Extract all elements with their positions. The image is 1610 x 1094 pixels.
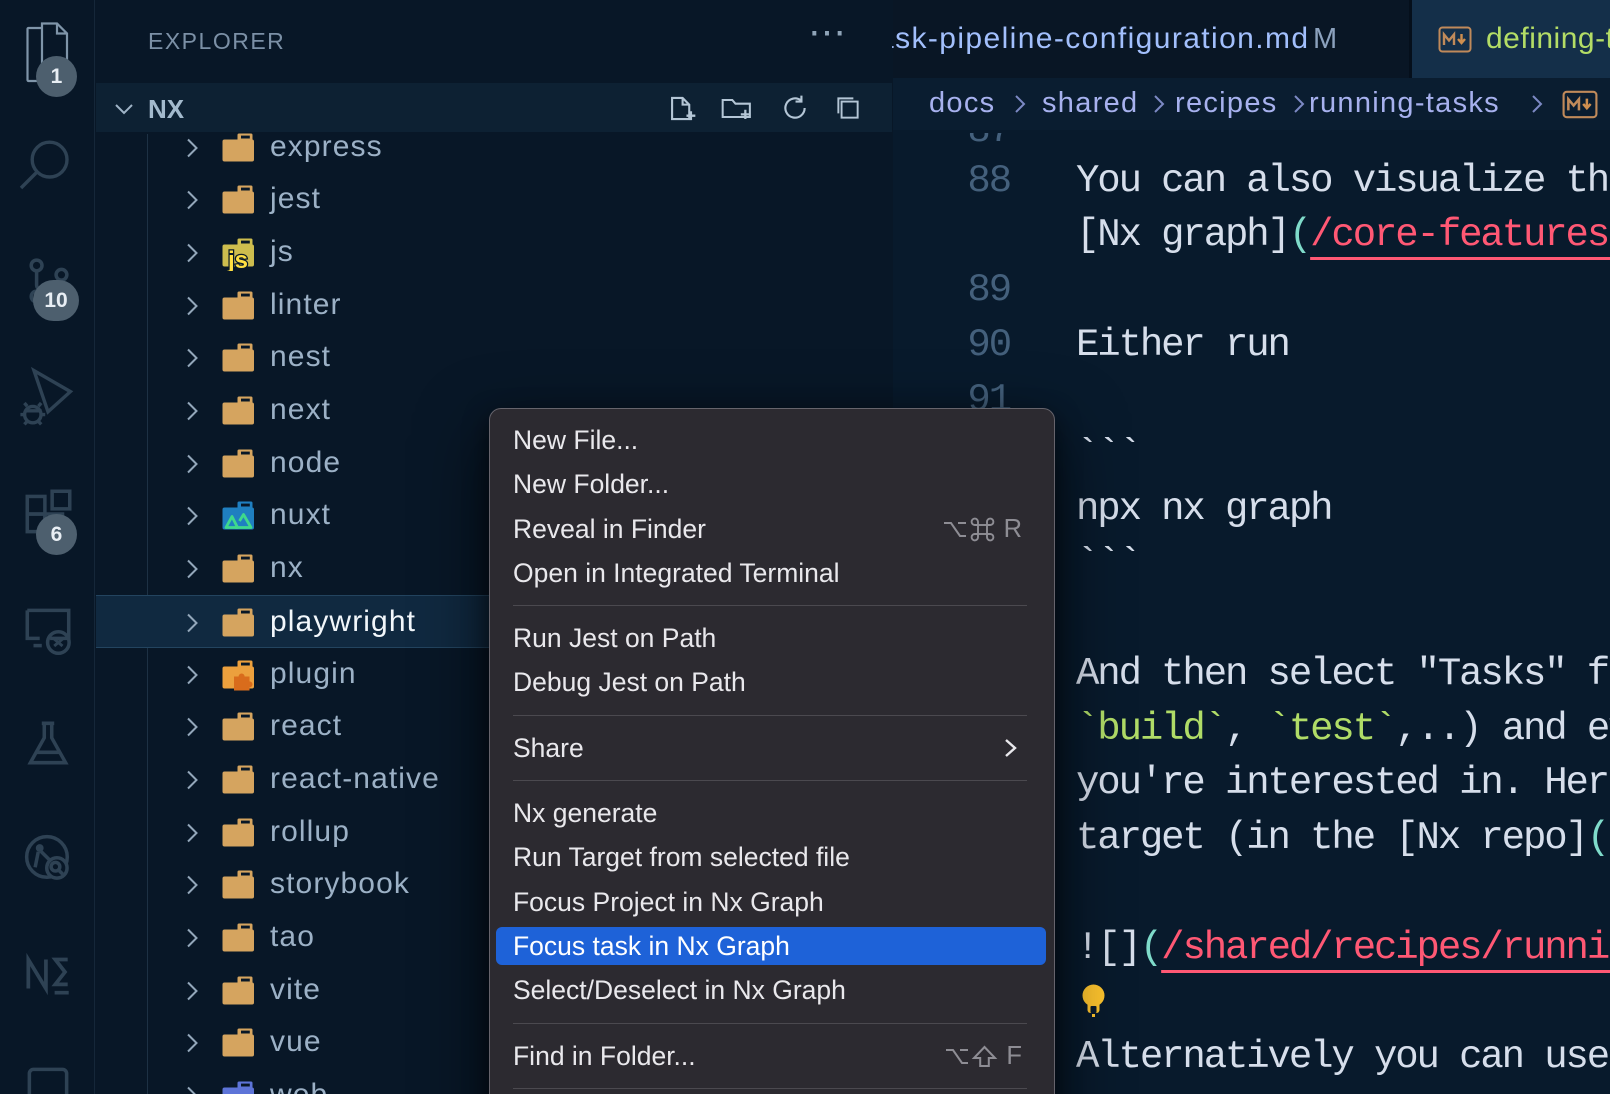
svg-text:js: js <box>227 247 248 271</box>
